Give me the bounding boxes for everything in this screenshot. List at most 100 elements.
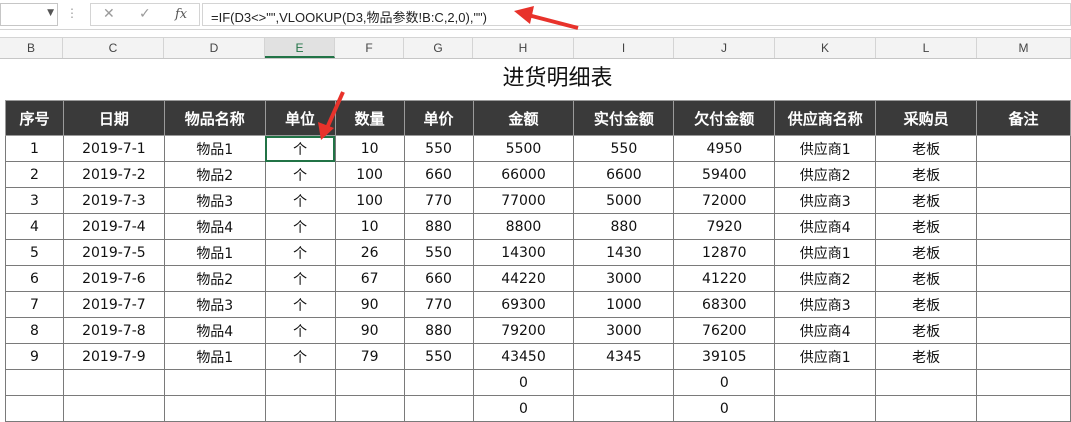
table-cell[interactable] [403, 395, 474, 422]
table-cell[interactable]: 4950 [673, 135, 776, 162]
table-cell[interactable]: 物品1 [163, 343, 266, 370]
table-cell[interactable]: 10 [334, 135, 405, 162]
table-cell[interactable]: 770 [403, 187, 474, 214]
table-cell[interactable] [62, 395, 165, 422]
table-cell[interactable]: 8 [5, 317, 64, 344]
header-cell[interactable]: 采购员 [875, 100, 978, 136]
table-cell[interactable]: 供应商4 [774, 317, 877, 344]
table-cell[interactable]: 880 [573, 213, 675, 240]
table-cell[interactable]: 880 [403, 213, 474, 240]
table-cell[interactable]: 76200 [673, 317, 776, 344]
table-cell[interactable]: 个 [264, 161, 336, 188]
column-header-i[interactable]: I [574, 38, 674, 58]
table-cell[interactable]: 供应商2 [774, 265, 877, 292]
table-cell[interactable]: 老板 [875, 213, 978, 240]
insert-function-icon[interactable]: fx [175, 7, 187, 22]
table-cell[interactable]: 6600 [573, 161, 675, 188]
table-cell[interactable]: 69300 [472, 291, 575, 318]
header-cell[interactable]: 日期 [62, 100, 165, 136]
table-cell[interactable]: 供应商1 [774, 239, 877, 266]
table-cell[interactable] [976, 187, 1071, 214]
table-cell[interactable]: 550 [573, 135, 675, 162]
table-cell[interactable]: 100 [334, 187, 405, 214]
table-cell[interactable] [976, 291, 1071, 318]
header-cell[interactable]: 序号 [5, 100, 64, 136]
column-header-b[interactable]: B [0, 38, 63, 58]
table-cell[interactable]: 43450 [472, 343, 575, 370]
table-cell[interactable]: 7 [5, 291, 64, 318]
column-header-l[interactable]: L [876, 38, 977, 58]
table-cell[interactable] [774, 395, 877, 422]
table-cell[interactable] [163, 369, 266, 396]
table-cell[interactable]: 26 [334, 239, 405, 266]
table-cell[interactable]: 41220 [673, 265, 776, 292]
column-header-f[interactable]: F [335, 38, 404, 58]
table-cell[interactable]: 5000 [573, 187, 675, 214]
table-cell[interactable]: 2019-7-8 [62, 317, 165, 344]
table-cell[interactable]: 2 [5, 161, 64, 188]
chevron-down-icon[interactable]: ▼ [47, 8, 54, 18]
column-header-h[interactable]: H [473, 38, 574, 58]
table-cell[interactable]: 550 [403, 135, 474, 162]
table-cell[interactable] [264, 369, 336, 396]
table-cell[interactable]: 12870 [673, 239, 776, 266]
table-cell[interactable]: 供应商1 [774, 135, 877, 162]
table-cell[interactable]: 0 [673, 369, 776, 396]
table-cell[interactable]: 供应商3 [774, 187, 877, 214]
table-cell[interactable]: 660 [403, 161, 474, 188]
table-cell[interactable]: 个 [264, 343, 336, 370]
table-cell[interactable]: 1000 [573, 291, 675, 318]
table-cell[interactable] [976, 265, 1071, 292]
table-cell[interactable] [573, 369, 675, 396]
column-header-g[interactable]: G [404, 38, 473, 58]
table-cell[interactable]: 老板 [875, 343, 978, 370]
column-header-m[interactable]: M [977, 38, 1071, 58]
table-cell[interactable]: 2019-7-4 [62, 213, 165, 240]
table-cell[interactable]: 物品2 [163, 265, 266, 292]
table-cell[interactable]: 79 [334, 343, 405, 370]
table-cell[interactable]: 66000 [472, 161, 575, 188]
table-cell[interactable]: 1430 [573, 239, 675, 266]
column-header-j[interactable]: J [674, 38, 775, 58]
more-options-icon[interactable]: ⋮ [66, 6, 78, 20]
table-cell[interactable]: 老板 [875, 187, 978, 214]
table-cell[interactable]: 物品4 [163, 317, 266, 344]
sheet-title[interactable]: 进货明细表 [0, 62, 1071, 96]
header-cell[interactable]: 金额 [472, 100, 575, 136]
table-cell[interactable]: 老板 [875, 239, 978, 266]
table-cell[interactable]: 660 [403, 265, 474, 292]
table-cell[interactable] [976, 317, 1071, 344]
table-cell[interactable]: 0 [472, 395, 575, 422]
table-cell[interactable]: 老板 [875, 161, 978, 188]
header-cell[interactable]: 物品名称 [163, 100, 266, 136]
table-cell[interactable]: 个 [264, 239, 336, 266]
name-box[interactable]: ▼ [0, 3, 58, 26]
table-cell[interactable]: 4345 [573, 343, 675, 370]
table-cell[interactable]: 物品3 [163, 291, 266, 318]
table-cell[interactable]: 老板 [875, 291, 978, 318]
table-cell[interactable] [334, 369, 405, 396]
header-cell[interactable]: 备注 [976, 100, 1071, 136]
table-cell[interactable]: 6 [5, 265, 64, 292]
table-cell[interactable]: 9 [5, 343, 64, 370]
table-cell[interactable]: 2019-7-9 [62, 343, 165, 370]
table-cell[interactable]: 39105 [673, 343, 776, 370]
table-cell[interactable]: 供应商4 [774, 213, 877, 240]
table-cell[interactable]: 个 [264, 135, 336, 162]
table-cell[interactable] [62, 369, 165, 396]
table-cell[interactable]: 物品1 [163, 135, 266, 162]
table-cell[interactable]: 2019-7-7 [62, 291, 165, 318]
table-cell[interactable]: 2019-7-3 [62, 187, 165, 214]
table-cell[interactable]: 100 [334, 161, 405, 188]
table-cell[interactable]: 550 [403, 239, 474, 266]
table-cell[interactable] [5, 395, 64, 422]
table-cell[interactable] [5, 369, 64, 396]
table-cell[interactable]: 90 [334, 291, 405, 318]
table-cell[interactable]: 3000 [573, 317, 675, 344]
table-cell[interactable]: 1 [5, 135, 64, 162]
enter-icon[interactable]: ✓ [139, 6, 151, 22]
table-cell[interactable] [976, 369, 1071, 396]
table-cell[interactable]: 个 [264, 213, 336, 240]
table-cell[interactable]: 2019-7-5 [62, 239, 165, 266]
table-cell[interactable]: 770 [403, 291, 474, 318]
